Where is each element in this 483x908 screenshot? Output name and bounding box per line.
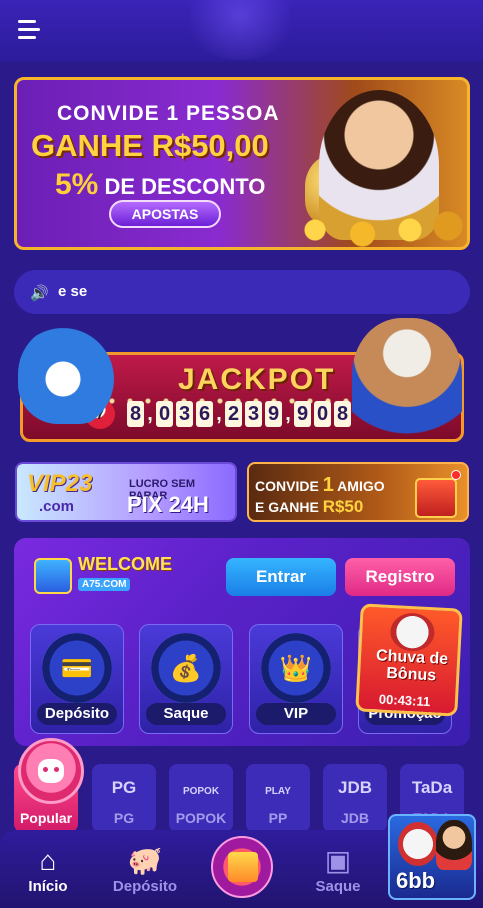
vip-pix: PIX 24H (127, 492, 209, 517)
wallet-icon: ▣ (324, 845, 352, 876)
coins-image (277, 210, 467, 247)
zeus-mascot-image (352, 318, 462, 444)
vip-action[interactable]: 👑 VIP (249, 624, 343, 734)
piggy-bank-icon: 🐖 (127, 845, 163, 876)
jackpot-counter: 8, 036, 239, 908 (127, 401, 351, 427)
banner-line2: GANHE R$50,00 (31, 128, 269, 163)
wallet-coin-icon: 💳 (60, 653, 94, 683)
cat-mascot-image (398, 822, 438, 866)
gift-icon (228, 852, 258, 882)
gift-box-icon (415, 478, 457, 518)
jdb-logo: JDB (337, 778, 372, 797)
nav-home[interactable]: ⌂ Início (8, 844, 88, 895)
category-popok[interactable]: POPOK POPOK (169, 764, 233, 832)
customer-support-icon[interactable] (18, 738, 84, 804)
welcome-logo: WELCOME A75.COM (34, 552, 172, 596)
vip-title: VIP23 (27, 470, 93, 497)
tada-logo: TaDa (411, 778, 453, 797)
top-bar (0, 0, 483, 62)
invite-line1: CONVIDE 1 AMIGO (255, 474, 385, 496)
nav-deposit[interactable]: 🐖 Depósito (105, 844, 185, 895)
gift-center-button[interactable] (211, 836, 273, 898)
pg-logo: PG (111, 778, 137, 797)
announcement-text: e se (58, 283, 88, 300)
jackpot-title: JACKPOT (178, 363, 336, 396)
treasure-box-icon (34, 558, 72, 594)
character-image (436, 820, 472, 870)
shark-mascot-image (18, 324, 118, 424)
banner-line3: 5% DE DESCONTO (55, 168, 266, 201)
top-decoration (180, 0, 300, 60)
notification-dot (451, 470, 461, 480)
banner-line1: CONVIDE 1 PESSOA (57, 102, 280, 125)
bonus-rain-popup[interactable]: Chuva de Bônus 00:43:11 (355, 603, 463, 717)
category-jdb[interactable]: JDB JDB (323, 764, 387, 832)
vip-domain: .com (39, 498, 75, 515)
6bb-ad-widget[interactable]: 6bb (388, 814, 476, 900)
withdraw-action[interactable]: 💰 Saque (139, 624, 233, 734)
login-button[interactable]: Entrar (226, 558, 336, 596)
register-button[interactable]: Registro (345, 558, 455, 596)
6bb-brand: 6bb (396, 868, 436, 893)
category-pg[interactable]: PG PG (92, 764, 156, 832)
vip-promo-card[interactable]: VIP23 .com LUCRO SEM PARAR PIX 24H (15, 462, 237, 522)
pp-logo: PLAY (265, 786, 291, 797)
vip-wings-icon: 👑 (279, 653, 313, 683)
popok-logo: POPOK (182, 786, 220, 797)
card-coin-icon: 💰 (169, 653, 203, 683)
deposit-action[interactable]: 💳 Depósito (30, 624, 124, 734)
nav-withdraw[interactable]: ▣ Saque (298, 844, 378, 895)
menu-icon[interactable] (18, 20, 42, 42)
apostas-button[interactable]: APOSTAS (109, 200, 221, 228)
invite-line2: E GANHE R$50 (255, 497, 364, 516)
home-icon: ⌂ (39, 845, 57, 876)
speaker-icon: 🔊 (30, 285, 49, 302)
cat-mascot-image (389, 612, 436, 653)
bonus-rain-title: Chuva de Bônus (375, 647, 449, 685)
category-pp[interactable]: PLAY PP (246, 764, 310, 832)
announcement-bar[interactable]: 🔊 e se (14, 270, 470, 314)
promo-banner[interactable]: CONVIDE 1 PESSOA GANHE R$50,00 5% DE DES… (14, 77, 470, 250)
invite-friend-card[interactable]: CONVIDE 1 AMIGO E GANHE R$50 (247, 462, 469, 522)
bonus-rain-timer: 00:43:11 (378, 691, 431, 710)
